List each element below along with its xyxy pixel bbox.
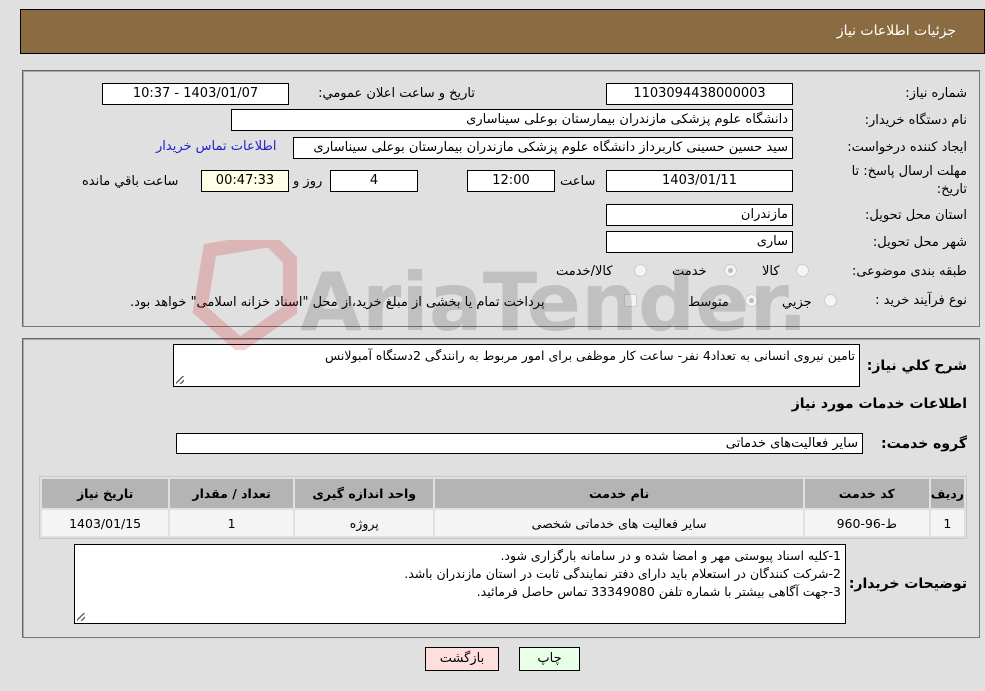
announce-date-field[interactable]: 1403/01/07 - 10:37 bbox=[102, 83, 289, 105]
process-label: نوع فرآیند خرید : bbox=[875, 293, 967, 308]
city-label: شهر محل تحویل: bbox=[872, 235, 967, 250]
need-number-field[interactable]: 1103094438000003 bbox=[606, 83, 793, 105]
col-service-code: کد خدمت bbox=[804, 479, 929, 508]
buyer-contact-link[interactable]: اطلاعات تماس خریدار bbox=[156, 139, 276, 154]
buyer-note-line: 1-کلیه اسناد پیوستی مهر و امضا شده و در … bbox=[500, 548, 841, 563]
buyer-notes-textarea[interactable]: 1-کلیه اسناد پیوستی مهر و امضا شده و در … bbox=[74, 544, 846, 624]
category-option-goods: کالا bbox=[762, 264, 780, 279]
cell-need-date: 1403/01/15 bbox=[42, 510, 169, 536]
category-label: طبقه بندی موضوعی: bbox=[851, 264, 967, 279]
table-header-row: ردیف کد خدمت نام خدمت واحد اندازه گیری ت… bbox=[42, 479, 964, 508]
summary-text: تامین نیروی انسانی به تعداد4 نفر- ساعت ک… bbox=[325, 348, 855, 363]
deadline-date-field[interactable]: 1403/01/11 bbox=[606, 170, 793, 192]
creator-label: ایجاد کننده درخواست: bbox=[847, 140, 967, 155]
cell-unit: پروژه bbox=[294, 510, 434, 536]
treasury-checkbox[interactable] bbox=[624, 294, 637, 307]
page-header: جزئیات اطلاعات نیاز bbox=[20, 9, 985, 54]
province-field[interactable]: مازندران bbox=[606, 204, 793, 226]
days-label: روز و bbox=[293, 174, 323, 189]
remaining-time-label: ساعت باقي مانده bbox=[82, 174, 179, 189]
process-radio-minor[interactable] bbox=[824, 294, 837, 307]
category-radio-goods-service[interactable] bbox=[634, 264, 647, 277]
buyer-note-line: 2-شرکت کنندگان در استعلام باید دارای دفت… bbox=[404, 566, 841, 581]
buyer-notes-label: توضیحات خریدار: bbox=[848, 576, 967, 592]
service-group-label: گروه خدمت: bbox=[881, 436, 967, 452]
cell-quantity: 1 bbox=[170, 510, 293, 536]
cell-service-name: سایر فعالیت های خدماتی شخصی bbox=[435, 510, 803, 536]
category-option-service: خدمت bbox=[672, 264, 707, 279]
buyer-org-label: نام دستگاه خریدار: bbox=[864, 113, 967, 128]
creator-field[interactable]: سید حسین حسینی کاربرداز دانشگاه علوم پزش… bbox=[293, 137, 793, 159]
deadline-time-label: ساعت bbox=[560, 174, 596, 189]
print-button[interactable]: چاپ bbox=[519, 647, 580, 671]
services-table: ردیف کد خدمت نام خدمت واحد اندازه گیری ت… bbox=[39, 476, 967, 539]
back-button[interactable]: بازگشت bbox=[425, 647, 499, 671]
service-group-field[interactable]: سایر فعالیت‌های خدماتی bbox=[176, 433, 863, 454]
announce-date-label: تاریخ و ساعت اعلان عمومي: bbox=[318, 86, 475, 101]
col-quantity: تعداد / مقدار bbox=[170, 479, 293, 508]
province-label: استان محل تحویل: bbox=[865, 208, 967, 223]
city-field[interactable]: ساری bbox=[606, 231, 793, 253]
table-row: 1 ط-96-960 سایر فعالیت های خدماتی شخصی پ… bbox=[42, 510, 964, 536]
resize-grip-icon[interactable] bbox=[176, 376, 184, 384]
deadline-label-2: تاریخ: bbox=[936, 182, 967, 197]
col-unit: واحد اندازه گیری bbox=[294, 479, 434, 508]
col-service-name: نام خدمت bbox=[435, 479, 803, 508]
remaining-time-field: 00:47:33 bbox=[201, 170, 289, 192]
category-option-goods-service: کالا/خدمت bbox=[556, 264, 613, 279]
category-radio-goods[interactable] bbox=[796, 264, 809, 277]
process-option-medium: متوسط bbox=[688, 295, 729, 310]
col-need-date: تاریخ نیاز bbox=[42, 479, 169, 508]
need-number-label: شماره نیاز: bbox=[905, 86, 967, 101]
buyer-org-field[interactable]: دانشگاه علوم پزشکی مازندران بیمارستان بو… bbox=[231, 109, 793, 131]
resize-grip-icon[interactable] bbox=[77, 613, 85, 621]
deadline-label: مهلت ارسال پاسخ: تا bbox=[851, 164, 967, 179]
process-radio-medium[interactable] bbox=[745, 294, 758, 307]
category-radio-service[interactable] bbox=[724, 264, 737, 277]
col-row-number: ردیف bbox=[930, 479, 964, 508]
page-title: جزئیات اطلاعات نیاز bbox=[836, 23, 956, 39]
process-option-minor: جزیي bbox=[782, 295, 812, 310]
cell-service-code: ط-96-960 bbox=[804, 510, 929, 536]
treasury-checkbox-label: پرداخت تمام یا بخشی از مبلغ خرید،از محل … bbox=[130, 295, 545, 310]
summary-textarea[interactable]: تامین نیروی انسانی به تعداد4 نفر- ساعت ک… bbox=[173, 344, 860, 387]
cell-row-number: 1 bbox=[930, 510, 964, 536]
buyer-note-line: 3-جهت آگاهی بیشتر با شماره تلفن 33349080… bbox=[476, 584, 841, 599]
summary-label: شرح کلي نیاز: bbox=[866, 358, 967, 374]
deadline-time-field[interactable]: 12:00 bbox=[467, 170, 555, 192]
days-remaining-field[interactable]: 4 bbox=[330, 170, 418, 192]
services-section-title: اطلاعات خدمات مورد نیاز bbox=[791, 396, 967, 412]
